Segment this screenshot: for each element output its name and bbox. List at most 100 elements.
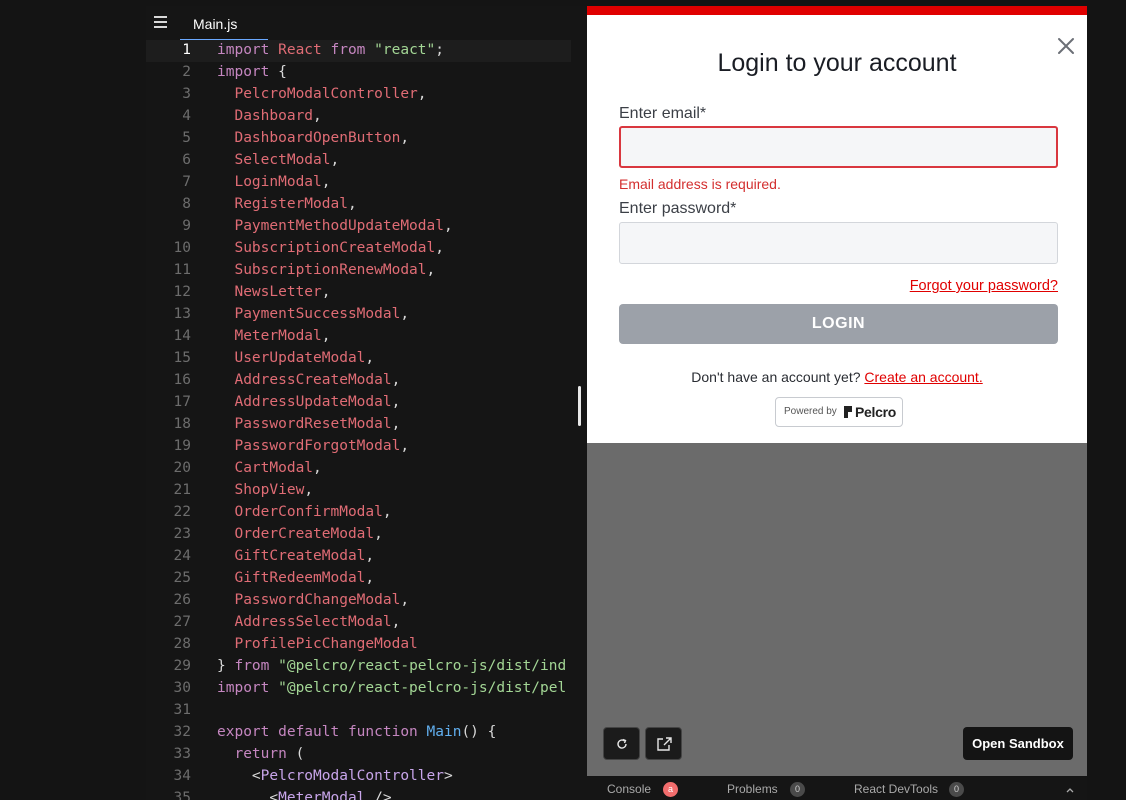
code-text: PaymentMethodUpdateModal, — [217, 218, 453, 234]
password-field[interactable] — [619, 222, 1058, 264]
login-modal: Login to your account Enter email* Email… — [587, 6, 1087, 443]
code-line[interactable]: 22 OrderConfirmModal, — [146, 502, 571, 524]
code-line[interactable]: 24 GiftCreateModal, — [146, 546, 571, 568]
pelcro-brand: Pelcro — [855, 404, 896, 420]
code-line[interactable]: 15 UserUpdateModal, — [146, 348, 571, 370]
code-text: SubscriptionCreateModal, — [217, 240, 444, 256]
line-number: 14 — [173, 328, 191, 344]
refresh-button[interactable] — [603, 727, 640, 760]
code-line[interactable]: 29 } from "@pelcro/react-pelcro-js/dist/i… — [146, 656, 571, 678]
line-number: 16 — [173, 372, 191, 388]
line-number: 3 — [182, 86, 191, 102]
hamburger-menu-icon[interactable] — [154, 16, 167, 28]
code-line[interactable]: 18 PasswordResetModal, — [146, 414, 571, 436]
code-line[interactable]: 9 PaymentMethodUpdateModal, — [146, 216, 571, 238]
code-text: GiftRedeemModal, — [217, 570, 375, 586]
code-line[interactable]: 14 MeterModal, — [146, 326, 571, 348]
tab-react-devtools[interactable]: React DevTools — [854, 782, 938, 796]
code-text: ShopView, — [217, 482, 314, 498]
drag-handle[interactable] — [578, 386, 581, 426]
code-line[interactable]: 25 GiftRedeemModal, — [146, 568, 571, 590]
line-number: 20 — [173, 460, 191, 476]
email-field[interactable] — [619, 126, 1058, 168]
code-line[interactable]: 2 import { — [146, 62, 571, 84]
code-line[interactable]: 5 DashboardOpenButton, — [146, 128, 571, 150]
code-text: <MeterModal /> — [217, 790, 392, 800]
code-line[interactable]: 6 SelectModal, — [146, 150, 571, 172]
code-text: OrderCreateModal, — [217, 526, 383, 542]
code-line[interactable]: 7 LoginModal, — [146, 172, 571, 194]
signup-prompt: Don't have an account yet? Create an acc… — [587, 369, 1087, 385]
code-line[interactable]: 26 PasswordChangeModal, — [146, 590, 571, 612]
line-number: 17 — [173, 394, 191, 410]
code-text: MeterModal, — [217, 328, 331, 344]
code-line[interactable]: 13 PaymentSuccessModal, — [146, 304, 571, 326]
code-line[interactable]: 34 <PelcroModalController> — [146, 766, 571, 788]
login-button[interactable]: LOGIN — [619, 304, 1058, 344]
code-text: import { — [217, 64, 287, 80]
signup-prompt-text: Don't have an account yet? — [691, 369, 861, 385]
code-line[interactable]: 12 NewsLetter, — [146, 282, 571, 304]
code-line[interactable]: 27 AddressSelectModal, — [146, 612, 571, 634]
chevron-up-icon[interactable] — [1065, 785, 1075, 795]
code-text: <PelcroModalController> — [217, 768, 453, 784]
line-number: 30 — [173, 680, 191, 696]
tab-console[interactable]: Console — [607, 782, 651, 796]
line-number: 29 — [173, 658, 191, 674]
line-number: 19 — [173, 438, 191, 454]
line-number: 32 — [173, 724, 191, 740]
code-text: export default function Main() { — [217, 724, 497, 740]
email-label: Enter email* — [619, 105, 707, 122]
modal-title: Login to your account — [717, 49, 957, 77]
line-number: 8 — [182, 196, 191, 212]
code-line[interactable]: 3 PelcroModalController, — [146, 84, 571, 106]
code-text: LoginModal, — [217, 174, 331, 190]
devtools-bar: Console a Problems 0 React DevTools 0 — [587, 777, 1087, 800]
line-number: 1 — [182, 42, 191, 58]
line-number: 24 — [173, 548, 191, 564]
line-number: 2 — [182, 64, 191, 80]
code-text: import React from "react"; — [217, 42, 444, 58]
code-line[interactable]: 31 — [146, 700, 571, 722]
editor-tabbar: Main.js — [146, 6, 571, 40]
pelcro-logo-icon — [844, 406, 852, 418]
code-line[interactable]: 8 RegisterModal, — [146, 194, 571, 216]
code-line[interactable]: 33 return ( — [146, 744, 571, 766]
code-line[interactable]: 19 PasswordForgotModal, — [146, 436, 571, 458]
code-line[interactable]: 16 AddressCreateModal, — [146, 370, 571, 392]
code-line[interactable]: 32 export default function Main() { — [146, 722, 571, 744]
code-lines[interactable]: 1 import React from "react"; 2 import { 3 Pe… — [146, 40, 571, 800]
powered-by-badge[interactable]: Powered by Pelcro — [775, 397, 903, 427]
code-line[interactable]: 10 SubscriptionCreateModal, — [146, 238, 571, 260]
tab-problems[interactable]: Problems — [727, 782, 778, 796]
close-icon[interactable] — [1057, 37, 1075, 55]
open-in-new-window-button[interactable] — [645, 727, 682, 760]
code-line[interactable]: 23 OrderCreateModal, — [146, 524, 571, 546]
line-number: 23 — [173, 526, 191, 542]
line-number: 5 — [182, 130, 191, 146]
line-number: 11 — [173, 262, 191, 278]
code-text: PaymentSuccessModal, — [217, 306, 410, 322]
line-number: 12 — [173, 284, 191, 300]
code-line[interactable]: 35 <MeterModal /> — [146, 788, 571, 800]
code-line[interactable]: 28 ProfilePicChangeModal — [146, 634, 571, 656]
code-line[interactable]: 21 ShopView, — [146, 480, 571, 502]
code-line[interactable]: 11 SubscriptionRenewModal, — [146, 260, 571, 282]
tab-main-js[interactable]: Main.js — [180, 6, 268, 40]
code-text: AddressCreateModal, — [217, 372, 401, 388]
code-text: PasswordResetModal, — [217, 416, 401, 432]
code-text: } from "@pelcro/react-pelcro-js/dist/ind — [217, 658, 567, 674]
code-line[interactable]: 20 CartModal, — [146, 458, 571, 480]
line-number: 22 — [173, 504, 191, 520]
code-text: SelectModal, — [217, 152, 340, 168]
code-line[interactable]: 30 import "@pelcro/react-pelcro-js/dist/p… — [146, 678, 571, 700]
forgot-password-link[interactable]: Forgot your password? — [910, 278, 1058, 294]
code-line[interactable]: 4 Dashboard, — [146, 106, 571, 128]
code-text: SubscriptionRenewModal, — [217, 262, 436, 278]
code-line[interactable]: 17 AddressUpdateModal, — [146, 392, 571, 414]
create-account-link[interactable]: Create an account. — [864, 369, 982, 385]
code-line[interactable]: 1 import React from "react"; — [146, 40, 571, 62]
line-number: 18 — [173, 416, 191, 432]
code-text: AddressUpdateModal, — [217, 394, 401, 410]
open-sandbox-button[interactable]: Open Sandbox — [963, 727, 1073, 760]
